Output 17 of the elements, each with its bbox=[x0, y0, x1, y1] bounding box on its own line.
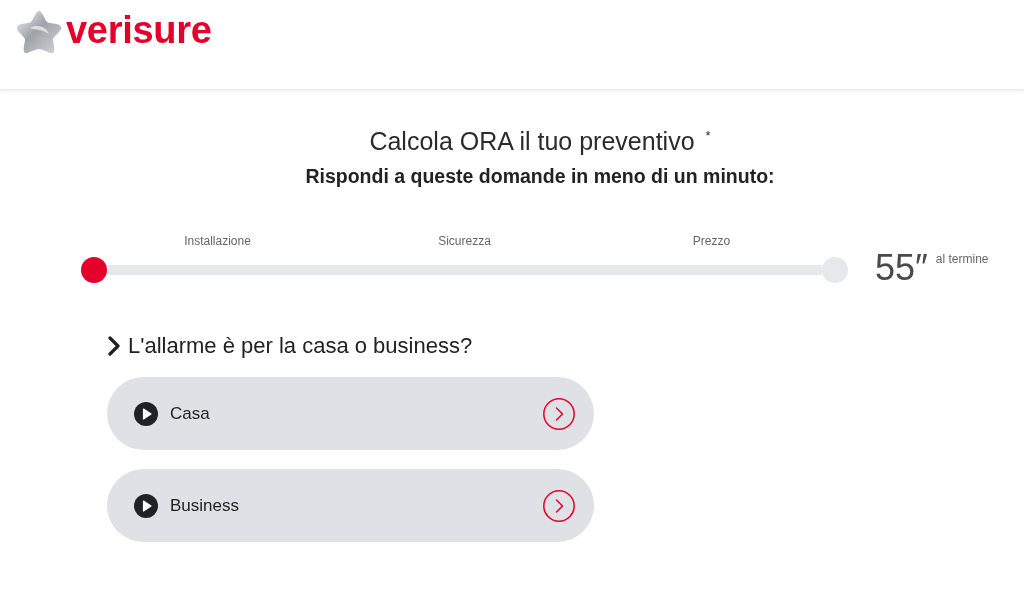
play-icon bbox=[134, 401, 158, 426]
answer-option-button[interactable]: Business bbox=[107, 469, 594, 542]
answer-option-button[interactable]: Casa bbox=[107, 377, 594, 450]
logo-wordmark[interactable]: verisure bbox=[66, 10, 212, 50]
logo-star-icon bbox=[16, 10, 62, 54]
step-label: Sicurezza bbox=[438, 233, 491, 249]
step-label: Prezzo bbox=[692, 233, 731, 249]
arrow-circle-icon bbox=[543, 397, 575, 430]
arrow-circle-icon bbox=[543, 489, 575, 522]
page-title: Calcola ORA il tuo preventivo $^{*}$ bbox=[369, 126, 711, 157]
step-label: Installazione bbox=[184, 233, 251, 249]
page-subtitle: Rispondi a queste domande in meno di un minuto: bbox=[305, 164, 775, 189]
play-icon bbox=[134, 493, 158, 518]
question-text: L'allarme è per la casa o business? bbox=[128, 332, 473, 360]
timer-value: 55″ bbox=[875, 248, 928, 288]
chevron-right-icon bbox=[108, 336, 120, 356]
timer-caption: al termine bbox=[935, 251, 989, 267]
